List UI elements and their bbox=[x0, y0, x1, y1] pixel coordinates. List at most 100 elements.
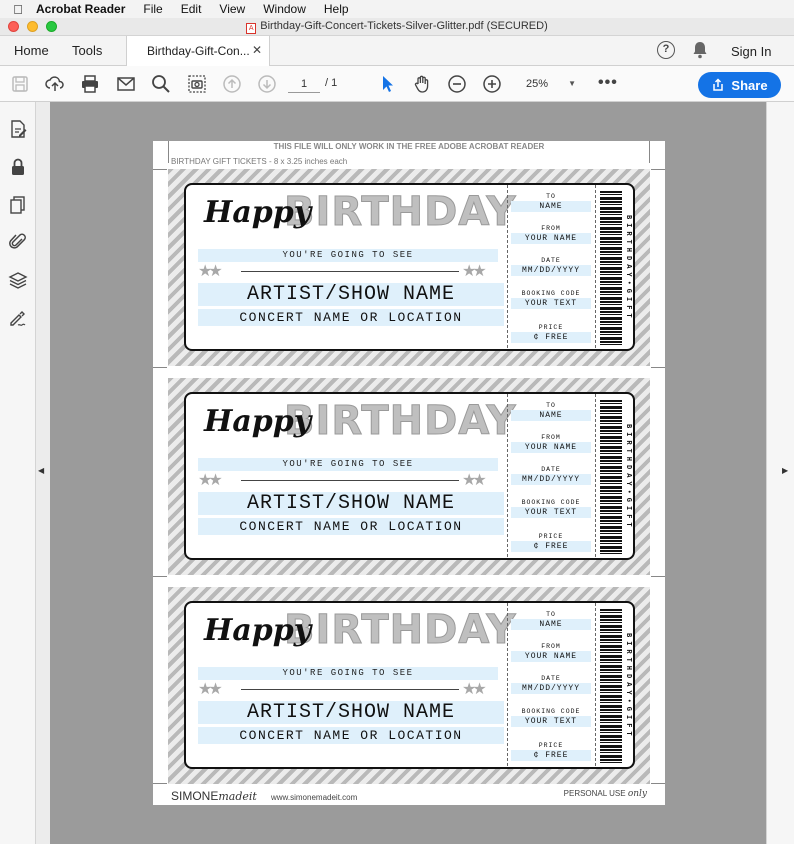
print-icon[interactable] bbox=[80, 74, 100, 94]
ticket-stub: TO NAME FROM YOUR NAME DATE MM/DD/YYYY B… bbox=[509, 394, 593, 558]
hand-icon[interactable] bbox=[412, 74, 432, 94]
snapshot-icon[interactable] bbox=[187, 74, 207, 94]
stub-date-field[interactable]: MM/DD/YYYY bbox=[511, 474, 591, 485]
layers-icon[interactable] bbox=[7, 269, 29, 291]
ticket-venue-field[interactable]: CONCERT NAME OR LOCATION bbox=[198, 518, 504, 535]
zoom-out-icon[interactable] bbox=[447, 74, 467, 94]
stub-date-label: DATE bbox=[541, 675, 561, 682]
stub-to-field[interactable]: NAME bbox=[511, 619, 591, 630]
stub-to-field[interactable]: NAME bbox=[511, 201, 591, 212]
menu-help[interactable]: Help bbox=[324, 2, 349, 16]
lock-icon[interactable] bbox=[7, 156, 29, 178]
barcode-text: BIRTHDAY•GIFT bbox=[624, 423, 632, 531]
menu-window[interactable]: Window bbox=[263, 2, 306, 16]
stub-from-label: FROM bbox=[541, 434, 561, 441]
stub-from-field[interactable]: YOUR NAME bbox=[511, 233, 591, 244]
crop-mark bbox=[649, 141, 650, 163]
page-subnote: BIRTHDAY GIFT TICKETS - 8 x 3.25 inches … bbox=[171, 157, 348, 166]
footer-brand-script: madeit bbox=[218, 790, 257, 803]
ticket-artist-field[interactable]: ARTIST/SHOW NAME bbox=[198, 492, 504, 515]
ticket-going-label: YOU'RE GOING TO SEE bbox=[198, 458, 498, 471]
notification-bell-icon[interactable] bbox=[692, 41, 708, 64]
upload-icon[interactable] bbox=[45, 74, 65, 94]
ticket-going-label: YOU'RE GOING TO SEE bbox=[198, 667, 498, 680]
window-titlebar: A Birthday-Gift-Concert-Tickets-Silver-Gl… bbox=[0, 18, 794, 36]
help-icon[interactable]: ? bbox=[657, 41, 675, 59]
mail-icon[interactable] bbox=[116, 74, 136, 94]
page-number-input[interactable]: 1 bbox=[288, 75, 320, 93]
edit-pdf-icon[interactable] bbox=[7, 118, 29, 140]
tab-document-label: Birthday-Gift-Con... bbox=[147, 44, 250, 58]
select-cursor-icon[interactable] bbox=[377, 74, 397, 94]
attachment-icon[interactable] bbox=[7, 231, 29, 253]
ticket-perforation bbox=[507, 603, 508, 767]
ticket-artist-field[interactable]: ARTIST/SHOW NAME bbox=[198, 701, 504, 724]
ticket-perforation bbox=[595, 185, 596, 349]
zoom-in-icon[interactable] bbox=[482, 74, 502, 94]
footer-personal-use: PERSONAL USE only bbox=[564, 789, 647, 799]
ticket: BIRTHDAY Happy YOU'RE GOING TO SEE ★★ ★★… bbox=[184, 601, 635, 769]
stub-from-field[interactable]: YOUR NAME bbox=[511, 651, 591, 662]
stub-date-field[interactable]: MM/DD/YYYY bbox=[511, 683, 591, 694]
search-icon[interactable] bbox=[151, 74, 171, 94]
signature-icon[interactable] bbox=[7, 307, 29, 329]
stub-booking-label: BOOKING CODE bbox=[521, 708, 581, 715]
collapse-left-panel-icon[interactable]: ◀ bbox=[38, 466, 44, 475]
pages-icon[interactable] bbox=[7, 194, 29, 216]
crop-mark bbox=[651, 576, 665, 577]
pdf-page: THIS FILE WILL ONLY WORK IN THE FREE ADO… bbox=[153, 141, 665, 805]
crop-mark bbox=[651, 169, 665, 170]
sign-in-link[interactable]: Sign In bbox=[731, 44, 771, 59]
ticket-artist-field[interactable]: ARTIST/SHOW NAME bbox=[198, 283, 504, 306]
zoom-level-select[interactable]: 25% ▼ bbox=[518, 75, 582, 93]
tab-tools[interactable]: Tools bbox=[72, 43, 102, 58]
menu-edit[interactable]: Edit bbox=[181, 2, 202, 16]
menu-app-name[interactable]: Acrobat Reader bbox=[36, 2, 125, 16]
left-tool-rail bbox=[0, 102, 36, 844]
chevron-down-icon: ▼ bbox=[568, 79, 576, 88]
stub-to-field[interactable]: NAME bbox=[511, 410, 591, 421]
expand-right-panel-icon[interactable]: ▶ bbox=[782, 466, 788, 475]
ticket-stub: TO NAME FROM YOUR NAME DATE MM/DD/YYYY B… bbox=[509, 603, 593, 767]
stub-booking-field[interactable]: YOUR TEXT bbox=[511, 507, 591, 518]
ticket: BIRTHDAY Happy YOU'RE GOING TO SEE ★★ ★★… bbox=[184, 392, 635, 560]
window-title-text: Birthday-Gift-Concert-Tickets-Silver-Gli… bbox=[260, 19, 548, 32]
stub-price-field[interactable]: ¢ FREE bbox=[511, 332, 591, 343]
share-button[interactable]: Share bbox=[698, 72, 781, 98]
ticket-birthday-heading: BIRTHDAY bbox=[283, 607, 517, 654]
right-panel-rail bbox=[766, 102, 794, 844]
stub-price-field[interactable]: ¢ FREE bbox=[511, 750, 591, 761]
ticket-going-label: YOU'RE GOING TO SEE bbox=[198, 249, 498, 262]
ticket-venue-field[interactable]: CONCERT NAME OR LOCATION bbox=[198, 727, 504, 744]
stub-booking-field[interactable]: YOUR TEXT bbox=[511, 716, 591, 727]
save-icon[interactable] bbox=[10, 74, 30, 94]
barcode bbox=[600, 191, 622, 345]
zoom-window-button[interactable] bbox=[46, 21, 57, 32]
tab-home[interactable]: Home bbox=[14, 43, 49, 58]
menu-file[interactable]: File bbox=[143, 2, 162, 16]
crop-mark bbox=[651, 367, 665, 368]
footer-brand-name: SIMONE bbox=[171, 789, 219, 803]
tab-document[interactable]: Birthday-Gift-Con... ✕ bbox=[126, 36, 270, 66]
stub-from-field[interactable]: YOUR NAME bbox=[511, 442, 591, 453]
stub-date-field[interactable]: MM/DD/YYYY bbox=[511, 265, 591, 276]
page-down-icon[interactable] bbox=[257, 74, 277, 94]
menu-view[interactable]: View bbox=[219, 2, 245, 16]
ticket-venue-field[interactable]: CONCERT NAME OR LOCATION bbox=[198, 309, 504, 326]
stub-booking-field[interactable]: YOUR TEXT bbox=[511, 298, 591, 309]
ticket-birthday-heading: BIRTHDAY bbox=[283, 398, 517, 445]
zoom-level-value: 25% bbox=[526, 78, 549, 90]
stub-price-label: PRICE bbox=[538, 742, 564, 749]
close-window-button[interactable] bbox=[8, 21, 19, 32]
ticket-frame: BIRTHDAY Happy YOU'RE GOING TO SEE ★★ ★★… bbox=[168, 587, 650, 784]
page-up-icon[interactable] bbox=[222, 74, 242, 94]
ticket-divider-line bbox=[241, 689, 459, 690]
window-title: A Birthday-Gift-Concert-Tickets-Silver-Gl… bbox=[0, 20, 794, 34]
stub-price-field[interactable]: ¢ FREE bbox=[511, 541, 591, 552]
apple-icon[interactable]:  bbox=[0, 2, 36, 17]
ticket-stub: TO NAME FROM YOUR NAME DATE MM/DD/YYYY B… bbox=[509, 185, 593, 349]
minimize-window-button[interactable] bbox=[27, 21, 38, 32]
footer-brand: SIMONEmadeit bbox=[171, 789, 257, 803]
more-options-icon[interactable]: ••• bbox=[598, 74, 618, 92]
close-tab-icon[interactable]: ✕ bbox=[252, 43, 262, 57]
